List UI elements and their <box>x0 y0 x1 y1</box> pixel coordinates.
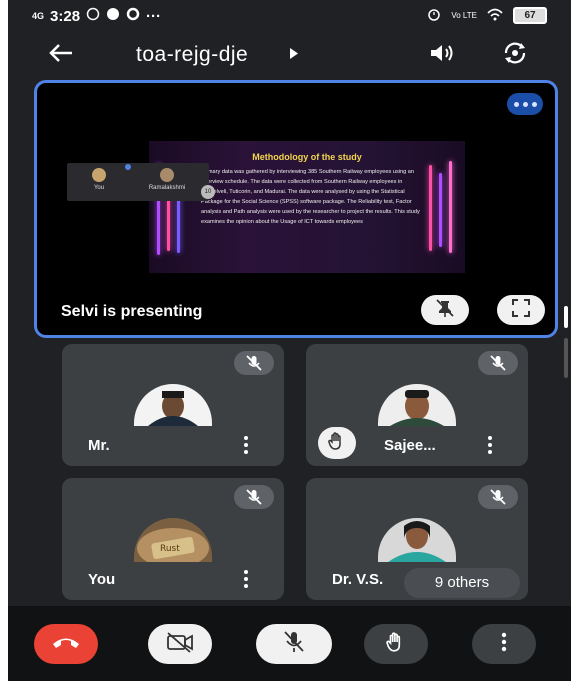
pin-off-icon <box>434 298 456 323</box>
participant-tile[interactable]: Mr. <box>62 344 284 466</box>
participant-menu-icon[interactable] <box>244 570 250 588</box>
participant-menu-icon[interactable] <box>244 436 250 454</box>
volte-label: Vo LTE <box>451 11 477 20</box>
message-icon <box>106 7 120 25</box>
fullscreen-button[interactable] <box>497 295 545 325</box>
pin-off-button[interactable] <box>421 295 469 325</box>
phone-screen: 4G 3:28 ··· Vo LTE 67 toa-rejg-dje Metho… <box>8 0 571 681</box>
speaker-icon[interactable] <box>428 42 458 69</box>
raise-hand-button[interactable] <box>364 624 428 664</box>
participant-tile[interactable]: Sajee... <box>306 344 528 466</box>
scrollbar[interactable] <box>564 306 568 382</box>
raise-hand-indicator <box>318 427 356 459</box>
mic-off-icon <box>283 630 305 659</box>
caret-right-icon[interactable] <box>290 48 298 62</box>
avatar <box>134 384 212 426</box>
participant-name: Sajee... <box>384 437 436 454</box>
participant-thumbnails: You Ramalakshmi 10 <box>67 163 215 201</box>
end-call-button[interactable] <box>34 624 98 664</box>
network-label: 4G <box>32 11 45 21</box>
slide-body: Primary data was gathered by interviewin… <box>201 169 420 225</box>
back-arrow-icon[interactable] <box>48 40 74 71</box>
battery-icon: 67 <box>513 7 547 24</box>
status-bar: 4G 3:28 ··· Vo LTE 67 <box>8 0 571 30</box>
camera-off-icon <box>165 631 195 658</box>
thumbnail-name: You <box>93 185 105 191</box>
raised-hand-icon <box>327 431 347 456</box>
others-button[interactable]: 9 others <box>404 568 520 598</box>
fullscreen-icon <box>512 298 530 322</box>
presentation-view[interactable]: Methodology of the study Primary data wa… <box>34 80 558 338</box>
thumbnail-name: Ramalakshmi <box>148 185 186 191</box>
mic-toggle-button[interactable] <box>256 624 332 664</box>
avatar: Rust <box>134 518 212 562</box>
avatar <box>378 518 456 562</box>
end-call-icon <box>51 635 81 654</box>
participant-name: Dr. V.S. <box>332 571 384 588</box>
meeting-header: toa-rejg-dje <box>8 30 571 80</box>
more-options-button[interactable] <box>472 624 536 664</box>
avatar <box>92 168 106 182</box>
time-label: 3:28 <box>50 7 81 25</box>
participant-tile[interactable]: Rust You <box>62 478 284 600</box>
avatar <box>160 168 174 182</box>
camera-toggle-button[interactable] <box>148 624 212 664</box>
thumbnail-count-badge: 10 <box>201 185 215 199</box>
mic-off-icon <box>234 351 274 375</box>
circle-icon <box>126 7 140 25</box>
alarm-icon <box>427 7 441 24</box>
whatsapp-icon <box>86 7 100 25</box>
participant-name: Mr. <box>88 437 110 454</box>
more-notifications-icon: ··· <box>146 7 162 25</box>
participant-menu-icon[interactable] <box>488 436 494 454</box>
mic-off-icon <box>478 351 518 375</box>
participant-name: You <box>88 571 116 588</box>
more-options-icon <box>501 632 507 657</box>
slide-title: Methodology of the study <box>252 152 362 162</box>
avatar <box>378 384 456 426</box>
presenter-label: Selvi is presenting <box>61 303 203 320</box>
mic-off-icon <box>234 485 274 509</box>
call-controls <box>8 606 571 681</box>
presentation-more-button[interactable] <box>507 93 543 115</box>
switch-camera-icon[interactable] <box>500 40 530 71</box>
svg-text:Rust: Rust <box>160 544 180 554</box>
shared-slide: Methodology of the study Primary data wa… <box>149 141 465 273</box>
wifi-icon <box>487 8 503 24</box>
raise-hand-icon <box>385 631 407 658</box>
meeting-code[interactable]: toa-rejg-dje <box>136 43 248 67</box>
mic-off-icon <box>478 485 518 509</box>
